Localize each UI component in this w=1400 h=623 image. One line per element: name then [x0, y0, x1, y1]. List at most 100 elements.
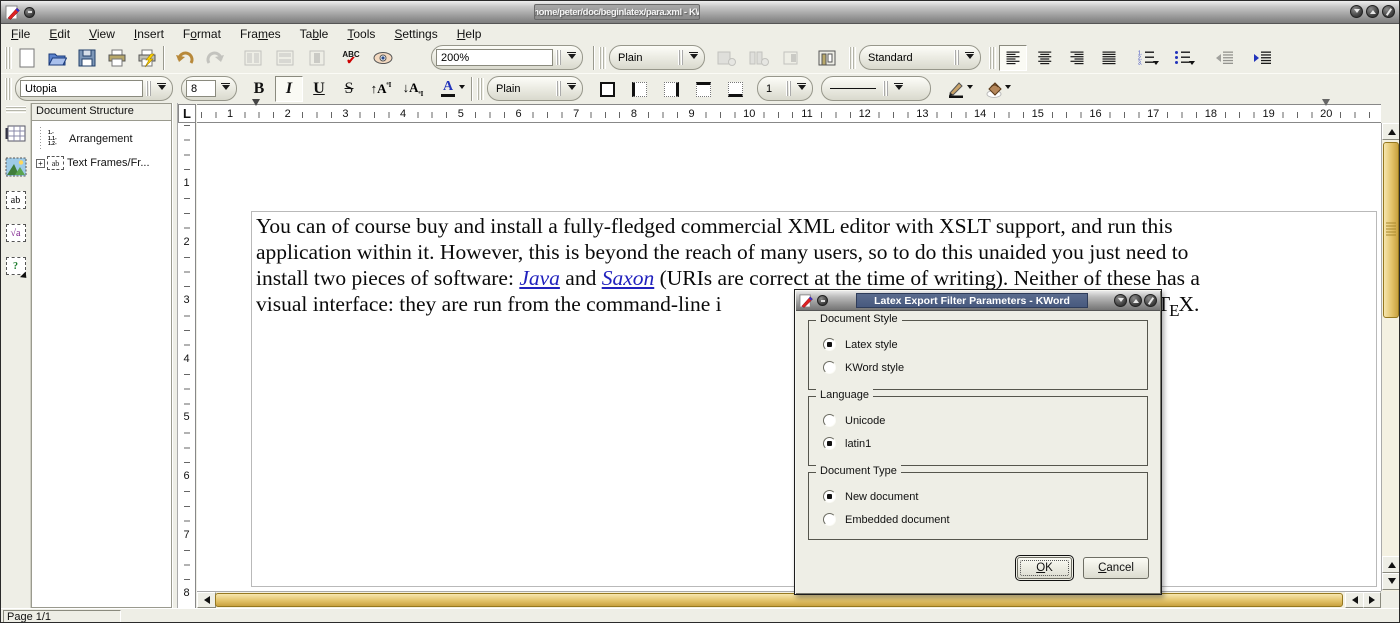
paragraph-style-combobox[interactable]: Plain: [487, 76, 583, 101]
scroll-left-button-right[interactable]: [1345, 592, 1364, 608]
align-center-button[interactable]: [1031, 45, 1059, 71]
frame-style-dropdown-icon[interactable]: [687, 52, 700, 63]
toolbar-grip[interactable]: [5, 78, 12, 100]
frame-style-value[interactable]: Plain: [614, 52, 675, 64]
font-family-combobox[interactable]: Utopia: [15, 76, 173, 101]
scroll-up-button[interactable]: [1382, 123, 1400, 140]
scroll-down-button[interactable]: [1382, 573, 1400, 590]
border-width-value[interactable]: 1: [762, 83, 783, 95]
menu-edit[interactable]: Edit: [49, 27, 70, 41]
dock-grip[interactable]: [6, 106, 26, 113]
border-width-combobox[interactable]: 1: [757, 76, 813, 101]
titlebar[interactable]: file:/home/peter/doc/beginlatex/para.xml…: [1, 1, 1399, 24]
paragraph-style-dropdown-icon[interactable]: [565, 83, 578, 94]
zoom-value[interactable]: 200%: [436, 49, 553, 66]
toolbar-grip[interactable]: [989, 47, 996, 69]
document-canvas[interactable]: You can of course buy and install a full…: [197, 123, 1381, 591]
horizontal-scrollbar-thumb[interactable]: [215, 593, 1343, 607]
cancel-button[interactable]: Cancel: [1083, 557, 1149, 579]
edit-frame-button-a[interactable]: [239, 45, 267, 71]
insert-text-frame-button[interactable]: ab: [4, 188, 28, 212]
menu-view[interactable]: View: [89, 27, 115, 41]
scroll-up-button-bottom[interactable]: [1382, 556, 1400, 573]
font-family-value[interactable]: Utopia: [20, 80, 143, 97]
superscript-button[interactable]: ↑AªI: [367, 76, 395, 102]
saxon-link[interactable]: Saxon: [602, 266, 655, 290]
vertical-scrollbar[interactable]: [1381, 123, 1400, 591]
ok-button[interactable]: OK: [1017, 557, 1072, 579]
print-preview-button[interactable]: [133, 45, 161, 71]
font-size-value[interactable]: 8: [186, 80, 216, 97]
menu-insert[interactable]: Insert: [134, 27, 164, 41]
redo-button[interactable]: [201, 45, 229, 71]
numbered-list-button[interactable]: 1.2.3.: [1133, 45, 1161, 71]
font-color-dropdown-icon[interactable]: [459, 85, 465, 92]
kword-app-icon[interactable]: [5, 4, 21, 20]
bullet-list-button[interactable]: [1169, 45, 1197, 71]
horizontal-scrollbar[interactable]: [197, 591, 1381, 608]
border-outline-button[interactable]: [593, 76, 621, 102]
radio-unicode[interactable]: Unicode: [809, 409, 1147, 432]
frame-columns-button[interactable]: [813, 45, 841, 71]
radio-latin1[interactable]: latin1: [809, 432, 1147, 455]
tree-expander-icon[interactable]: +: [36, 159, 45, 168]
zoom-combobox[interactable]: 200%: [431, 45, 583, 70]
formatting-characters-button[interactable]: [369, 45, 397, 71]
border-line-style-combobox[interactable]: [821, 76, 931, 101]
tree-item-text-frames[interactable]: + ab Text Frames/Fr...: [34, 151, 169, 175]
align-right-button[interactable]: [1063, 45, 1091, 71]
insert-table-button[interactable]: [4, 122, 28, 146]
dialog-minimize-button[interactable]: [1114, 294, 1127, 307]
radio-kword-style[interactable]: KWord style: [809, 356, 1147, 379]
edit-frame-button-b[interactable]: [271, 45, 299, 71]
font-color-button[interactable]: A: [431, 76, 465, 102]
italic-button[interactable]: I: [275, 76, 303, 102]
dialog-maximize-button[interactable]: [1129, 294, 1142, 307]
maximize-button[interactable]: [1366, 5, 1379, 18]
toolbar-grip[interactable]: [477, 78, 484, 100]
border-bottom-button[interactable]: [721, 76, 749, 102]
undo-button[interactable]: [171, 45, 199, 71]
minimize-button[interactable]: [1350, 5, 1363, 18]
menu-settings[interactable]: Settings: [394, 27, 437, 41]
border-color-dropdown-icon[interactable]: [967, 85, 973, 92]
decrease-indent-button[interactable]: [1211, 45, 1239, 71]
align-justify-button[interactable]: [1095, 45, 1123, 71]
scroll-right-button[interactable]: [1363, 592, 1381, 608]
save-button[interactable]: [73, 45, 101, 71]
bullet-list-dropdown-icon[interactable]: [1189, 61, 1195, 68]
dialog-sticky-button[interactable]: [817, 295, 828, 306]
line-style-dropdown-icon[interactable]: [892, 83, 905, 94]
radio-new-document[interactable]: New document: [809, 485, 1147, 508]
edit-frame-button-c[interactable]: [303, 45, 331, 71]
background-color-button[interactable]: [977, 76, 1011, 102]
frame-tool-button-c[interactable]: [777, 45, 805, 71]
dialog-titlebar[interactable]: Latex Export Filter Parameters - KWord: [796, 291, 1160, 311]
scroll-left-button[interactable]: [197, 592, 216, 608]
border-color-button[interactable]: [939, 76, 973, 102]
menu-tools[interactable]: Tools: [347, 27, 375, 41]
radio-embedded-document[interactable]: Embedded document: [809, 508, 1147, 531]
border-right-button[interactable]: [657, 76, 685, 102]
spellcheck-button[interactable]: ABC✔: [337, 45, 365, 71]
tree-item-arrangement[interactable]: 1.- 1.1- 1.2- Arrangement: [34, 127, 169, 151]
new-document-button[interactable]: [13, 45, 41, 71]
open-document-button[interactable]: [43, 45, 71, 71]
vertical-ruler[interactable]: 12345678: [178, 123, 196, 608]
menu-file[interactable]: File: [11, 27, 30, 41]
dialog-close-button[interactable]: [1144, 294, 1157, 307]
paragraph-style-value[interactable]: Plain: [492, 83, 553, 95]
java-link[interactable]: Java: [519, 266, 560, 290]
stylist-dropdown-icon[interactable]: [963, 52, 976, 63]
insert-object-button[interactable]: ?: [4, 254, 28, 278]
toolbar-grip[interactable]: [849, 47, 856, 69]
font-size-dropdown-icon[interactable]: [219, 83, 232, 94]
font-size-combobox[interactable]: 8: [181, 76, 237, 101]
menu-table[interactable]: Table: [300, 27, 329, 41]
print-button[interactable]: [103, 45, 131, 71]
background-color-dropdown-icon[interactable]: [1005, 85, 1011, 92]
horizontal-ruler[interactable]: 1234567891011121314151617181920: [197, 104, 1381, 123]
border-left-button[interactable]: [625, 76, 653, 102]
frame-tool-button-b[interactable]: [745, 45, 773, 71]
increase-indent-button[interactable]: [1249, 45, 1277, 71]
